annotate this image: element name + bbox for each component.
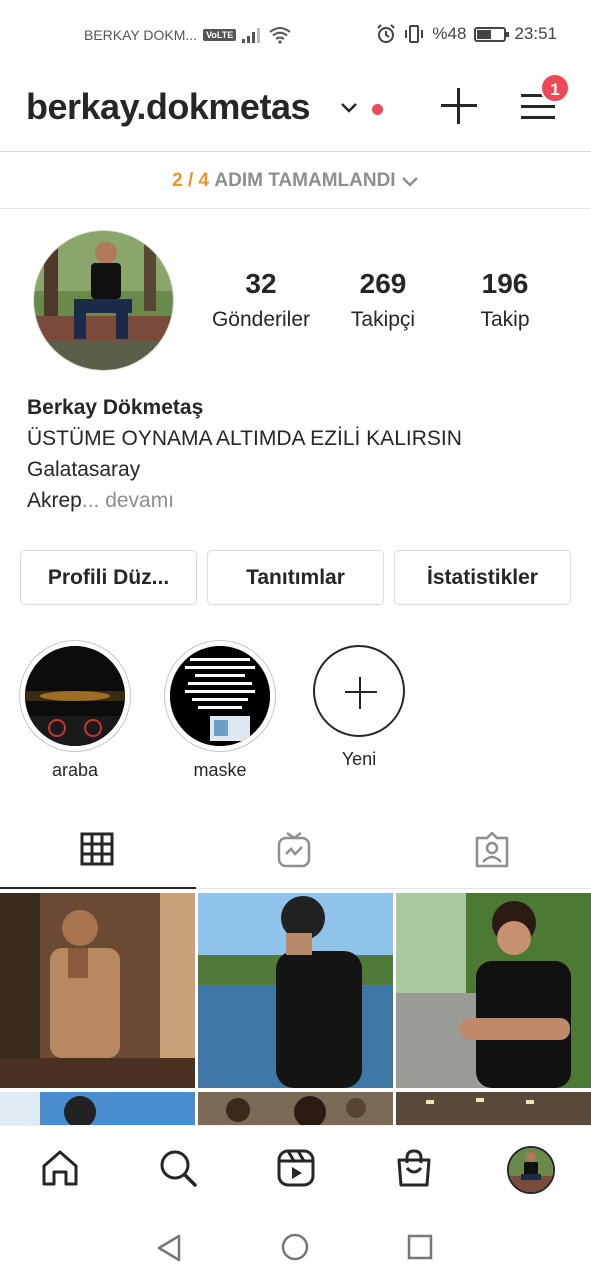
status-left: BERKAY DOKM... VoLTE	[84, 26, 292, 44]
posts-grid	[0, 893, 591, 1125]
stat-value: 196	[481, 268, 529, 299]
shop-icon[interactable]	[394, 1148, 434, 1188]
username-switcher[interactable]: berkay.dokmetas	[26, 86, 310, 128]
stat-value: 269	[359, 268, 407, 299]
highlight-maske[interactable]: maske	[164, 640, 276, 781]
battery-level	[477, 29, 491, 39]
promotions-button[interactable]: Tanıtımlar	[207, 550, 384, 605]
stat-value: 32	[245, 268, 277, 299]
highlight-cover	[25, 646, 125, 746]
tab-tagged[interactable]	[395, 815, 591, 889]
highlight-label: araba	[51, 760, 99, 780]
stat-following[interactable]: 196 Takip	[444, 268, 566, 332]
insights-button[interactable]: İstatistikler	[394, 550, 571, 605]
create-plus-icon[interactable]	[441, 88, 477, 124]
battery-icon	[474, 26, 510, 42]
highlight-new-label: Yeni	[341, 749, 377, 769]
highlight-cover	[170, 646, 270, 746]
post-thumbnail[interactable]	[0, 1092, 195, 1125]
post-thumbnail[interactable]	[396, 1092, 591, 1125]
stat-label: Takipçi	[350, 308, 416, 331]
search-icon[interactable]	[158, 1148, 198, 1188]
highlight-ring	[164, 640, 276, 752]
highlight-new[interactable]: Yeni	[303, 640, 415, 770]
post-thumbnail[interactable]	[198, 893, 393, 1088]
edit-profile-button[interactable]: Profili Düz...	[20, 550, 197, 605]
profile-name: Berkay Dökmetaş	[27, 396, 204, 419]
bio-truncated-line: Akrep... devamı	[27, 485, 567, 516]
bio-line: Akrep	[27, 489, 82, 512]
post-thumbnail[interactable]	[198, 1092, 393, 1125]
stat-followers[interactable]: 269 Takipçi	[322, 268, 444, 332]
home-circle-icon[interactable]	[280, 1232, 310, 1262]
volte-badge: VoLTE	[203, 29, 237, 41]
profile-tabs	[0, 815, 591, 889]
status-bar: BERKAY DOKM... VoLTE %48 23:51	[0, 0, 591, 70]
alarm-icon	[377, 24, 396, 43]
post-thumbnail[interactable]	[396, 893, 591, 1088]
vibrate-icon	[405, 25, 424, 43]
battery-percent: %48	[432, 24, 467, 43]
profile-avatar[interactable]	[33, 230, 174, 371]
profile-completion-steps[interactable]: 2 / 4 ADIM TAMAMLANDI	[0, 153, 591, 209]
highlight-ring	[19, 640, 131, 752]
menu-badge: 1	[540, 73, 570, 103]
recents-icon[interactable]	[406, 1233, 434, 1261]
profile-tab-avatar[interactable]	[507, 1146, 555, 1194]
profile-bio: Berkay Dökmetaş ÜSTÜME OYNAMA ALTIMDA EZ…	[27, 392, 567, 516]
tab-posts-grid[interactable]	[0, 815, 196, 889]
chevron-down-icon	[401, 177, 418, 187]
bio-line: Galatasaray	[27, 458, 141, 481]
stat-label: Takip	[480, 308, 530, 331]
bio-line: ÜSTÜME OYNAMA ALTIMDA EZİLİ KALIRSIN	[27, 427, 462, 450]
tagged-icon	[475, 832, 509, 868]
clock: 23:51	[514, 24, 557, 43]
wifi-icon	[269, 27, 291, 44]
carrier-name: BERKAY DOKM...	[84, 27, 198, 43]
home-icon[interactable]	[40, 1148, 80, 1188]
steps-label: ADIM TAMAMLANDI	[214, 170, 396, 191]
highlight-araba[interactable]: araba	[19, 640, 131, 781]
steps-count: 2 / 4	[172, 170, 210, 191]
stat-label: Gönderiler	[211, 308, 311, 331]
signal-icon	[242, 28, 261, 43]
plus-icon	[313, 645, 405, 737]
system-navigation-bar	[0, 1215, 591, 1280]
profile-header: berkay.dokmetas 1	[0, 70, 591, 152]
stat-posts[interactable]: 32 Gönderiler	[200, 268, 322, 332]
tab-igtv[interactable]	[197, 815, 393, 889]
post-thumbnail[interactable]	[0, 893, 195, 1088]
notification-dot	[372, 104, 383, 115]
profile-stats: 32 Gönderiler 269 Takipçi 196 Takip	[200, 268, 580, 332]
igtv-icon	[277, 832, 311, 868]
highlight-label: maske	[193, 760, 247, 780]
chevron-down-icon[interactable]	[340, 96, 358, 119]
reels-icon[interactable]	[276, 1148, 316, 1188]
status-right: %48 23:51	[376, 24, 557, 44]
bio-more-link[interactable]: ... devamı	[82, 489, 174, 512]
back-icon[interactable]	[155, 1233, 183, 1263]
grid-icon	[80, 832, 114, 866]
bottom-navigation	[0, 1125, 591, 1215]
